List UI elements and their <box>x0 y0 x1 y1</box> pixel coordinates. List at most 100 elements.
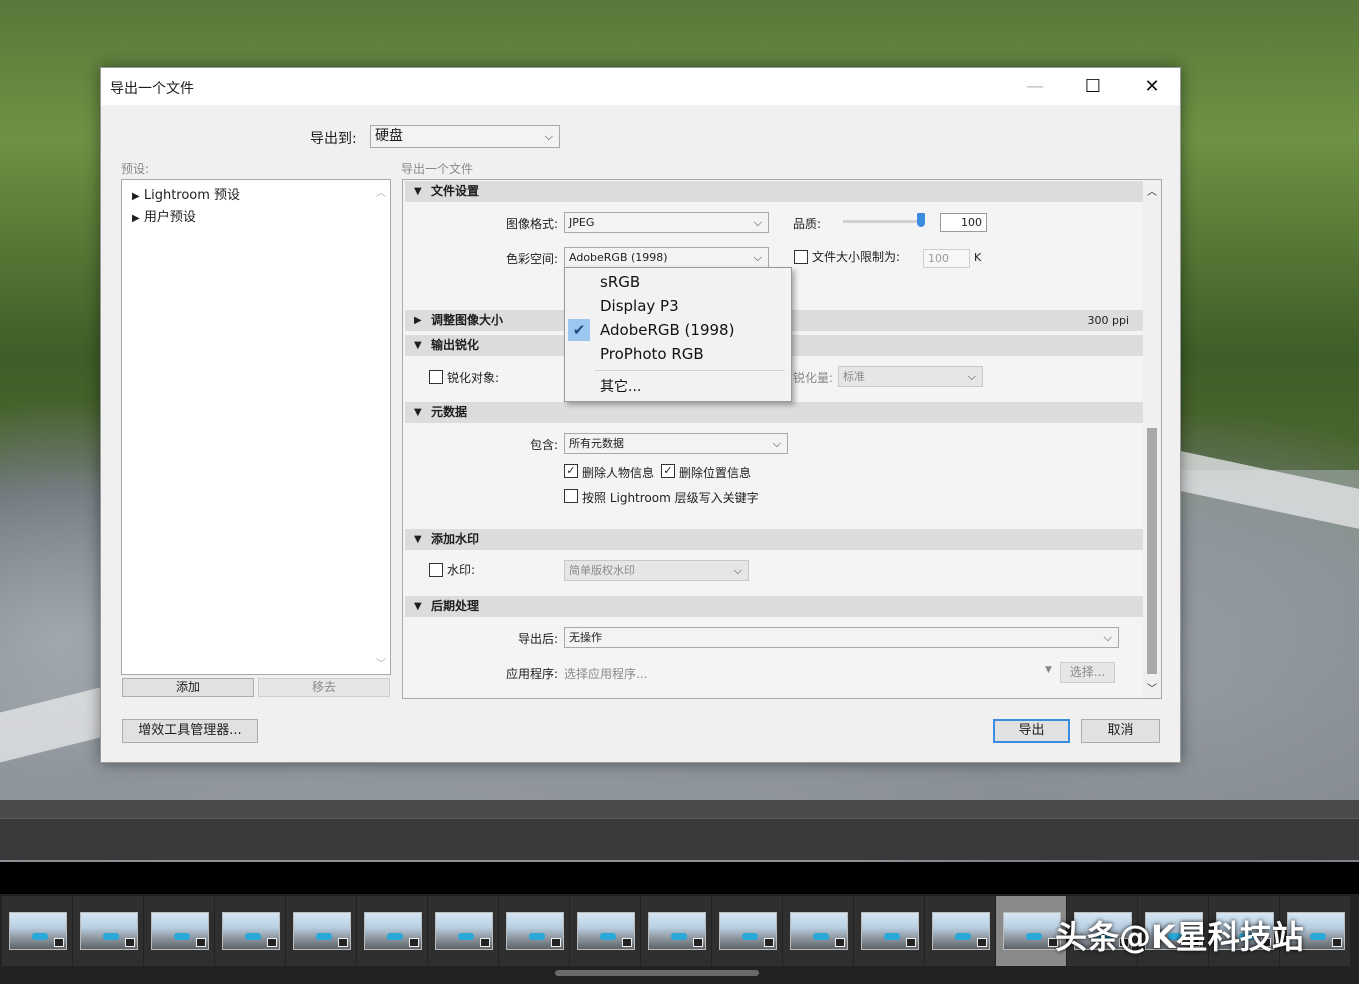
watermark-label: 水印: <box>447 563 476 577</box>
thumbnail-car <box>458 933 474 940</box>
photo-thumbnail[interactable] <box>790 912 848 950</box>
colorspace-value: AdobeRGB (1998) <box>569 251 668 264</box>
cancel-button[interactable]: 取消 <box>1081 719 1160 743</box>
preset-item-user[interactable]: ▶ 用户预设 <box>132 206 196 225</box>
section-metadata[interactable]: ▼ 元数据 <box>405 402 1143 423</box>
collapse-arrow-icon: ▼ <box>414 340 422 351</box>
application-dropdown-icon[interactable]: ▼ <box>1045 665 1052 675</box>
collapse-arrow-icon: ▼ <box>414 186 422 197</box>
scroll-thumb[interactable] <box>1147 428 1157 674</box>
format-value: JPEG <box>569 216 595 229</box>
section-file-settings[interactable]: ▼ 文件设置 <box>405 181 1143 202</box>
photo-thumbnail[interactable] <box>9 912 67 950</box>
remove-person-checkbox[interactable]: ✓ <box>564 464 578 478</box>
photo-thumbnail[interactable] <box>1003 912 1061 950</box>
section-post-processing[interactable]: ▼ 后期处理 <box>405 596 1143 617</box>
chevron-down-icon: ⌵ <box>753 251 762 264</box>
sharpen-amount-select[interactable]: 标准 ⌵ <box>838 366 983 387</box>
include-value: 所有元数据 <box>569 437 624 450</box>
menu-item-adobergb[interactable]: AdobeRGB (1998) <box>600 321 734 339</box>
after-export-select[interactable]: 无操作 ⌵ <box>564 627 1119 648</box>
photo-thumbnail[interactable] <box>364 912 422 950</box>
quality-label: 品质: <box>793 217 822 231</box>
format-select[interactable]: JPEG ⌵ <box>564 212 769 233</box>
watermark-overlay: 头条@K星科技站 <box>1055 918 1304 956</box>
menu-item-srgb[interactable]: sRGB <box>600 273 640 291</box>
scroll-up-icon[interactable]: ︿ <box>376 184 386 199</box>
scroll-down-icon[interactable]: ﹀ <box>376 655 386 670</box>
export-to-value: 硬盘 <box>375 128 403 144</box>
section-title: 调整图像大小 <box>431 313 504 327</box>
maximize-icon[interactable]: ☐ <box>1080 76 1106 98</box>
expand-arrow-icon: ▶ <box>414 315 422 326</box>
preset-item-lightroom[interactable]: ▶ Lightroom 预设 <box>132 184 240 203</box>
plugin-manager-button[interactable]: 增效工具管理器... <box>122 719 258 743</box>
remove-preset-button[interactable]: 移去 <box>258 678 390 697</box>
export-button[interactable]: 导出 <box>993 719 1070 743</box>
section-watermark[interactable]: ▼ 添加水印 <box>405 529 1143 550</box>
export-to-label: 导出到: <box>310 131 357 147</box>
preset-tree[interactable]: ▶ Lightroom 预设 ▶ 用户预设 ︿ ﹀ <box>121 179 391 675</box>
chevron-down-icon: ⌵ <box>733 564 742 577</box>
menu-item-other[interactable]: 其它... <box>600 376 641 396</box>
remove-location-checkbox[interactable]: ✓ <box>661 464 675 478</box>
edit-badge-icon <box>338 938 348 947</box>
include-select[interactable]: 所有元数据 ⌵ <box>564 433 788 454</box>
settings-scrollbar[interactable]: ︿ ﹀ <box>1143 180 1161 698</box>
quality-input[interactable]: 100 <box>940 213 987 232</box>
filmstrip-scrollbar[interactable] <box>555 970 759 976</box>
thumbnail-car <box>813 933 829 940</box>
minimize-icon[interactable]: — <box>1022 76 1048 98</box>
resolution-summary: 300 ppi <box>1087 314 1129 327</box>
edit-badge-icon <box>906 938 916 947</box>
watermark-checkbox[interactable] <box>429 563 443 577</box>
photo-thumbnail[interactable] <box>293 912 351 950</box>
photo-thumbnail[interactable] <box>577 912 635 950</box>
photo-thumbnail[interactable] <box>222 912 280 950</box>
thumbnail-car <box>245 933 261 940</box>
edit-badge-icon <box>977 938 987 947</box>
chevron-down-icon: ⌵ <box>753 216 762 229</box>
thumbnail-car <box>600 933 616 940</box>
preset-item-label: Lightroom 预设 <box>143 188 241 203</box>
collapse-arrow-icon: ▼ <box>414 601 422 612</box>
title-bar: 导出一个文件 — ☐ ✕ <box>101 68 1180 105</box>
quality-slider-track[interactable] <box>843 220 923 223</box>
photo-thumbnail[interactable] <box>435 912 493 950</box>
quality-slider-handle[interactable] <box>917 213 925 227</box>
expand-arrow-icon: ▶ <box>132 191 140 202</box>
hierarchy-keywords-checkbox[interactable] <box>564 489 578 503</box>
section-title: 输出锐化 <box>431 338 480 352</box>
scroll-up-icon[interactable]: ︿ <box>1147 183 1157 198</box>
application-placeholder[interactable]: 选择应用程序... <box>564 665 647 682</box>
chevron-down-icon: ⌵ <box>772 437 781 450</box>
photo-thumbnail[interactable] <box>648 912 706 950</box>
close-icon[interactable]: ✕ <box>1139 76 1165 98</box>
menu-item-prophoto[interactable]: ProPhoto RGB <box>600 345 704 363</box>
photo-thumbnail[interactable] <box>932 912 990 950</box>
add-preset-button[interactable]: 添加 <box>122 678 254 697</box>
edit-badge-icon <box>551 938 561 947</box>
edit-badge-icon <box>622 938 632 947</box>
menu-divider <box>595 370 785 371</box>
export-to-select[interactable]: 硬盘 ⌵ <box>370 125 560 148</box>
limit-size-checkbox[interactable] <box>794 250 808 264</box>
limit-size-input[interactable]: 100 <box>923 249 970 268</box>
preset-label: 预设: <box>121 162 150 176</box>
after-export-value: 无操作 <box>569 631 602 644</box>
watermark-select[interactable]: 简单版权水印 ⌵ <box>564 560 749 581</box>
photo-thumbnail[interactable] <box>80 912 138 950</box>
scroll-down-icon[interactable]: ﹀ <box>1147 680 1157 695</box>
watermark-value: 简单版权水印 <box>569 564 635 577</box>
section-title: 元数据 <box>431 405 468 419</box>
colorspace-select[interactable]: AdobeRGB (1998) ⌵ <box>564 247 769 268</box>
sharpen-for-checkbox[interactable] <box>429 370 443 384</box>
colorspace-menu: sRGB Display P3 ✔ AdobeRGB (1998) ProPho… <box>564 267 792 402</box>
menu-item-display-p3[interactable]: Display P3 <box>600 297 679 315</box>
photo-thumbnail[interactable] <box>506 912 564 950</box>
choose-application-button[interactable]: 选择... <box>1060 662 1115 683</box>
collapse-arrow-icon: ▼ <box>414 407 422 418</box>
photo-thumbnail[interactable] <box>719 912 777 950</box>
photo-thumbnail[interactable] <box>151 912 209 950</box>
photo-thumbnail[interactable] <box>861 912 919 950</box>
